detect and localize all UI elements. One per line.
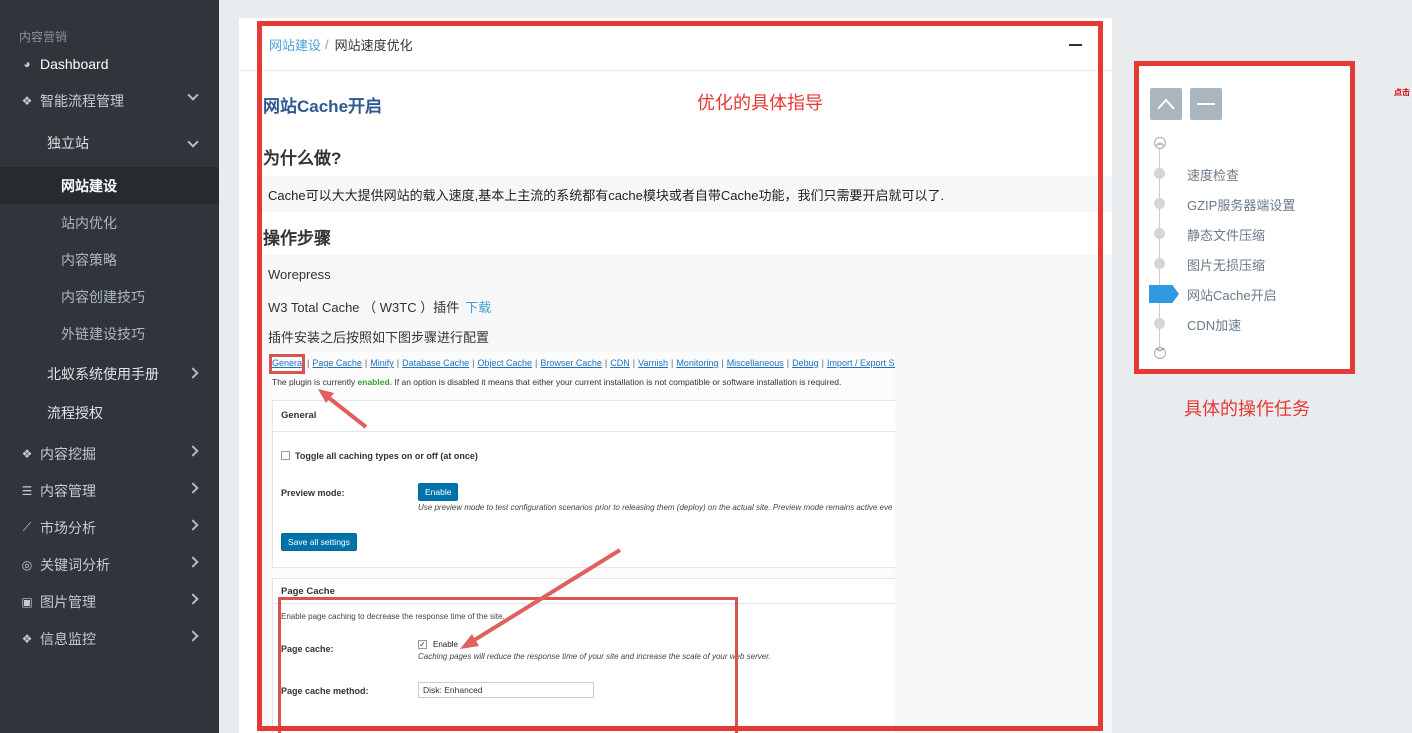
sidebar-item-label: 内容策略	[61, 251, 117, 268]
sidebar-item-image-management[interactable]: ▣ 图片管理	[0, 583, 219, 620]
sidebar-item-label: 站内优化	[61, 214, 117, 231]
sidebar-item-label: 网站建设	[61, 177, 117, 194]
sidebar: 内容营销 ◕ Dashboard ❖ 智能流程管理 独立站 网站建设 站内优化 …	[0, 0, 219, 733]
sidebar-item-label: 流程授权	[47, 405, 103, 421]
sidebar-item-label: 信息监控	[40, 630, 96, 647]
sidebar-item-label: Dashboard	[40, 56, 109, 72]
chevron-down-icon	[187, 89, 199, 101]
sidebar-section-title: 内容营销	[19, 30, 68, 44]
chevron-right-icon	[187, 630, 199, 642]
cubes-icon: ❖	[21, 446, 33, 461]
sidebar-item-content-mining[interactable]: ❖ 内容挖掘	[0, 435, 219, 472]
cubes-icon: ❖	[21, 93, 33, 108]
chevron-right-icon	[187, 556, 199, 568]
tasks-highlight-box	[1134, 61, 1355, 374]
sidebar-item-label: 关键词分析	[40, 556, 110, 573]
target-icon: ◎	[21, 557, 33, 572]
sidebar-item-authorization[interactable]: 流程授权	[0, 396, 219, 430]
chevron-right-icon	[187, 519, 199, 531]
chevron-right-icon	[187, 445, 199, 457]
list-icon: ☰	[21, 483, 33, 498]
chevron-right-icon	[187, 367, 199, 379]
chevron-down-icon	[187, 136, 199, 148]
sidebar-item-standalone-site[interactable]: 独立站	[0, 119, 219, 167]
sidebar-item-content-strategy[interactable]: 内容策略	[0, 241, 219, 278]
sidebar-item-link-building[interactable]: 外链建设技巧	[0, 315, 219, 352]
chevron-right-icon	[187, 593, 199, 605]
sidebar-item-label: 智能流程管理	[40, 92, 124, 109]
sidebar-item-label: 独立站	[47, 135, 89, 151]
sidebar-item-manual[interactable]: 北蚁系统使用手册	[0, 352, 219, 396]
sidebar-item-label: 内容创建技巧	[61, 288, 145, 305]
chart-icon: ⟋	[22, 520, 32, 534]
guide-highlight-box	[257, 21, 1103, 731]
sidebar-item-label: 市场分析	[40, 519, 96, 536]
sidebar-item-dashboard[interactable]: ◕ Dashboard	[0, 46, 219, 82]
dashboard-icon: ◕	[23, 57, 31, 71]
sidebar-item-site-building[interactable]: 网站建设	[0, 167, 219, 204]
sidebar-item-content-tips[interactable]: 内容创建技巧	[0, 278, 219, 315]
tasks-annotation: 具体的操作任务	[1184, 399, 1310, 419]
sidebar-item-content-management[interactable]: ☰ 内容管理	[0, 472, 219, 509]
sidebar-item-workflow[interactable]: ❖ 智能流程管理	[0, 82, 219, 119]
image-icon: ▣	[21, 594, 33, 609]
sidebar-item-label: 图片管理	[40, 593, 96, 610]
sidebar-item-label: 外链建设技巧	[61, 325, 145, 342]
sidebar-item-label: 内容挖掘	[40, 445, 96, 462]
sidebar-item-market-analysis[interactable]: ⟋ 市场分析	[0, 509, 219, 546]
chevron-right-icon	[187, 482, 199, 494]
sidebar-item-keyword-analysis[interactable]: ◎ 关键词分析	[0, 546, 219, 583]
sidebar-item-label: 北蚁系统使用手册	[47, 366, 159, 382]
sidebar-item-label: 内容管理	[40, 482, 96, 499]
sidebar-item-info-monitoring[interactable]: ❖ 信息监控	[0, 620, 219, 657]
corner-badge[interactable]: 点击	[1394, 87, 1412, 103]
guide-annotation: 优化的具体指导	[697, 93, 823, 113]
cubes-icon: ❖	[21, 631, 33, 646]
sidebar-item-onsite-optimization[interactable]: 站内优化	[0, 204, 219, 241]
